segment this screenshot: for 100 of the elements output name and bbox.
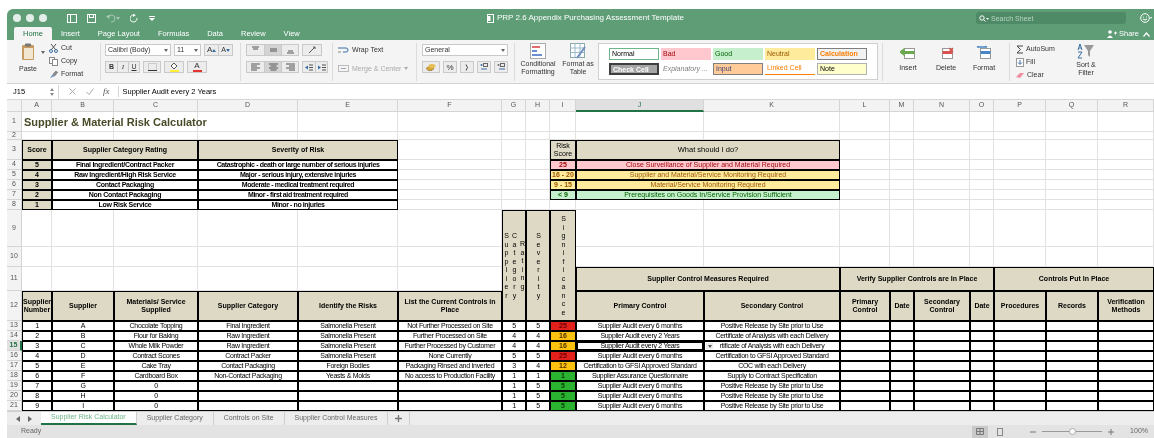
grow-font-button[interactable]: A [205,45,219,55]
table-cell [840,401,890,411]
table-cell [1098,351,1154,361]
borders-button[interactable] [143,61,161,73]
table-cell [890,401,914,411]
indent-icon [317,63,326,71]
save-icon[interactable] [87,13,96,23]
triangle-up-icon [212,48,217,52]
check-icon[interactable] [86,88,94,95]
close-button[interactable] [13,14,21,22]
percent-button[interactable]: % [443,61,457,73]
caret-icon [194,48,198,52]
decrease-indent-button[interactable] [303,62,315,72]
table-cell [1046,331,1098,341]
undo-icon[interactable] [106,13,120,23]
vertical-align-button[interactable] [264,45,281,55]
decimal-icon [479,63,489,71]
table-cell [1046,361,1098,371]
window-title: PRP 2.6 Appendix Purchasing Assessment Template [497,12,684,24]
table-cell [1098,341,1154,351]
table-cell [914,381,970,391]
cancel-icon[interactable] [69,88,76,95]
table-cell [840,361,890,371]
table-cell [914,371,970,381]
collapse-icon[interactable] [1143,32,1150,37]
table-cell [1046,391,1098,401]
table-cell [994,321,1046,331]
smiley-icon[interactable] [1140,13,1152,23]
fill-color-button[interactable] [164,61,184,73]
fill-down-icon [1016,57,1024,67]
minimize-button[interactable] [26,14,34,22]
insert-function-button[interactable]: fx [103,84,110,99]
table-cell [994,391,1046,401]
table-cell [1098,321,1154,331]
table-cell [970,401,994,411]
table-cell [970,391,994,401]
horizontal-align-icon [285,63,295,71]
table-cell [1046,341,1098,351]
table-cell [890,351,914,361]
redo-icon[interactable] [130,13,139,23]
zoom-button[interactable] [39,14,47,22]
zoom-slider[interactable] [1042,428,1103,435]
clipboard-icon [21,43,35,61]
slider-thumb[interactable] [1068,428,1076,435]
table-cell [914,391,970,401]
table-cell [890,371,914,381]
conditional-formatting-icon [530,43,546,59]
comma-style-button[interactable] [460,61,474,73]
table-cell [970,321,994,331]
indent-icon [305,63,313,71]
table-cell [970,341,994,351]
zoom-in-icon[interactable] [1108,428,1115,435]
table-brush-icon [570,43,586,59]
table-cell [914,321,970,331]
horizontal-align-button[interactable] [281,62,298,72]
dropdown-button[interactable] [706,343,713,349]
previous-sheet-icon[interactable] [16,415,20,422]
decrease-decimal-button[interactable] [494,61,508,73]
table-cell [1098,391,1154,401]
wrap-icon [338,46,349,54]
table-cell [1098,401,1154,411]
table-cell [840,351,890,361]
table-cell [970,361,994,371]
add-person-icon [1107,30,1117,38]
brush-icon [49,70,58,79]
table-cell [1098,331,1154,341]
vertical-align-button[interactable] [281,45,298,55]
eraser-icon [1016,71,1025,79]
table-cell [914,351,970,361]
table-cell [914,361,970,371]
increase-decimal-button[interactable] [477,61,491,73]
caret-icon[interactable] [41,51,45,54]
table-cell [890,381,914,391]
caret-icon [707,344,712,348]
sidebar-icon[interactable] [67,13,77,23]
orientation-button[interactable] [302,44,322,56]
increase-indent-button[interactable] [315,62,327,72]
normal-view-button[interactable] [972,425,989,438]
plus-icon [395,415,403,422]
next-sheet-icon[interactable] [28,415,32,422]
vertical-align-button[interactable] [247,45,264,55]
table-cell [994,331,1046,341]
table-cell [840,381,890,391]
font-color-button[interactable]: A [187,61,207,73]
paint-bucket-icon [169,62,179,72]
sheet-title: Supplier & Material Risk Calculator [23,115,208,130]
horizontal-align-button[interactable] [264,62,281,72]
currency-button[interactable] [422,61,440,73]
caret-icon [501,48,505,52]
caret-icon[interactable] [149,15,155,21]
horizontal-align-button[interactable] [247,62,264,72]
table-cell [994,371,1046,381]
triangle-down-icon [226,48,230,52]
zoom-out-icon[interactable] [1030,430,1037,433]
table-cell [890,331,914,341]
table-cell [1098,381,1154,391]
angled-text-icon [307,46,317,54]
table-cell [890,341,914,351]
table-cell [840,321,890,331]
table-cell [994,351,1046,361]
